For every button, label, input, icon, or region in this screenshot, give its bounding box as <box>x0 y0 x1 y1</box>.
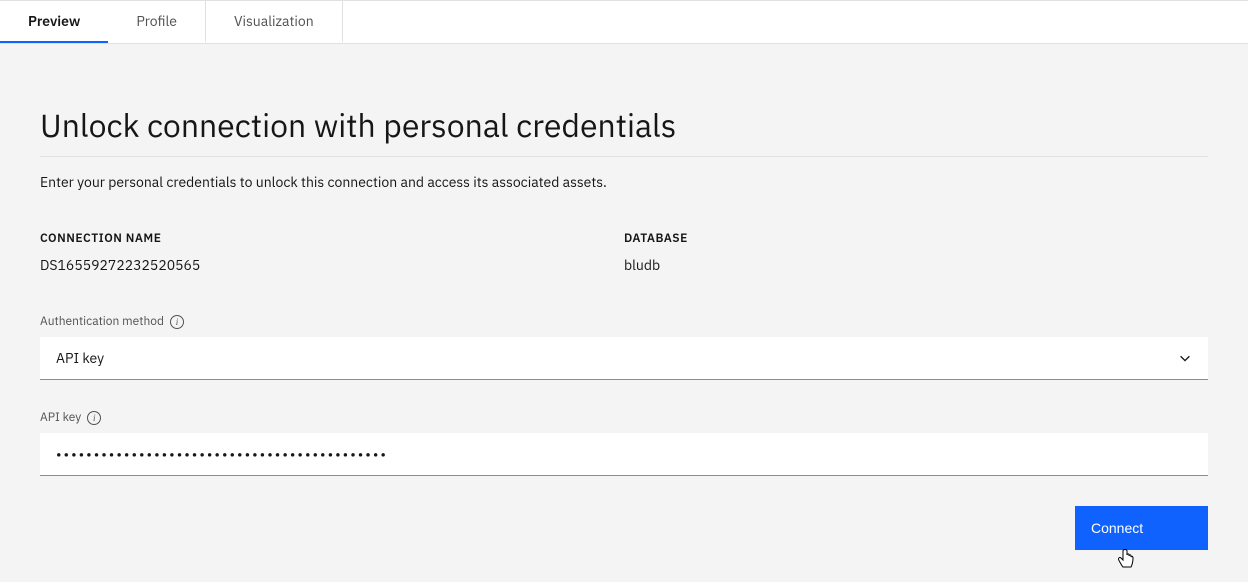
tab-preview-label: Preview <box>28 12 80 30</box>
api-key-label-row: API key i <box>40 410 1208 425</box>
auth-method-label-row: Authentication method i <box>40 314 1208 329</box>
auth-method-selected-value: API key <box>56 349 104 367</box>
tab-profile-label: Profile <box>136 12 177 30</box>
chevron-down-icon <box>1178 351 1192 365</box>
tab-bar: Preview Profile Visualization <box>0 0 1248 44</box>
connect-button[interactable]: Connect <box>1075 506 1208 550</box>
database-value: bludb <box>624 256 1208 274</box>
info-icon[interactable]: i <box>170 315 184 329</box>
page-description: Enter your personal credentials to unloc… <box>40 173 1208 191</box>
tab-preview[interactable]: Preview <box>0 1 108 43</box>
auth-method-label: Authentication method <box>40 314 164 329</box>
connect-button-label: Connect <box>1091 520 1143 536</box>
database-block: DATABASE bludb <box>624 231 1208 274</box>
auth-method-select[interactable]: API key <box>40 337 1208 380</box>
content-area: Unlock connection with personal credenti… <box>0 44 1248 582</box>
tab-visualization-label: Visualization <box>234 12 314 30</box>
database-label: DATABASE <box>624 231 1208 246</box>
connection-name-block: CONNECTION NAME DS16559272232520565 <box>40 231 624 274</box>
connection-name-value: DS16559272232520565 <box>40 256 624 274</box>
button-row: Connect <box>40 506 1208 550</box>
info-icon[interactable]: i <box>87 411 101 425</box>
api-key-group: API key i <box>40 410 1208 476</box>
tab-visualization[interactable]: Visualization <box>206 1 343 43</box>
api-key-label: API key <box>40 410 81 425</box>
page-title: Unlock connection with personal credenti… <box>40 104 1208 157</box>
tab-profile[interactable]: Profile <box>108 1 206 43</box>
connection-info-row: CONNECTION NAME DS16559272232520565 DATA… <box>40 231 1208 274</box>
auth-method-group: Authentication method i API key <box>40 314 1208 380</box>
connection-name-label: CONNECTION NAME <box>40 231 624 246</box>
api-key-input[interactable] <box>40 433 1208 476</box>
cursor-pointer-icon <box>1117 548 1135 570</box>
